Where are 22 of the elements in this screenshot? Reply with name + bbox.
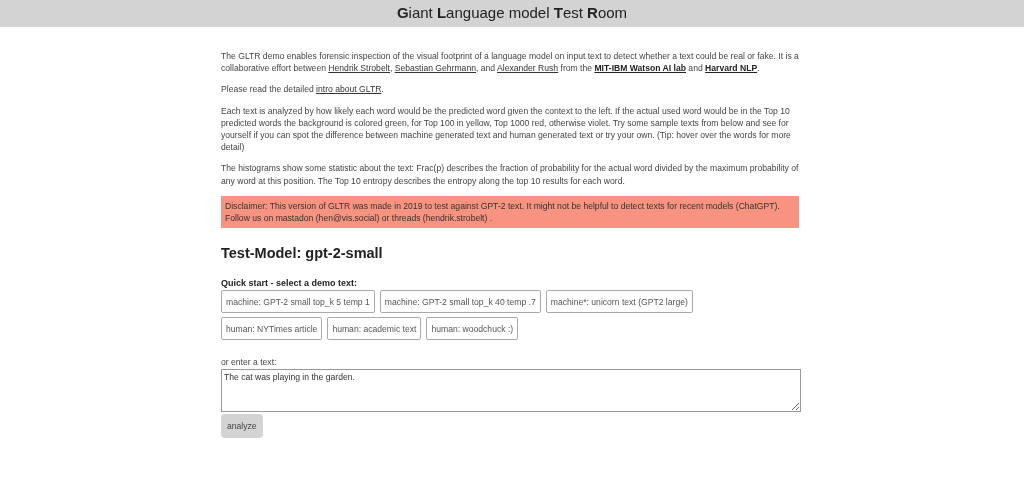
demo-text-button[interactable]: human: academic text [327,317,422,341]
demo-text-button[interactable]: machine*: unicorn text (GPT2 large) [545,290,693,314]
model-heading: Test-Model: gpt-2-small [221,244,384,263]
quick-start-label: Quick start - select a demo text: [221,278,359,290]
paragraph: The GLTR demo enables forensic inspection of the visual footprint of a language model on input text to detect whether a text could be real or fake. It is a collaborative effort between Hendrik Strobelt, Sebastian Gehrmann, and Alexander Rush from the MIT-IBM Watson AI lab and Harvard NLP. [221,50,799,75]
demo-text-button[interactable]: human: woodchuck :) [426,317,519,341]
paragraph: Please read the detailed intro about GLTR. [221,83,385,96]
demo-text-button[interactable]: human: NYTimes article [221,317,323,341]
paragraph: Each text is analyzed by how likely each word would be the predicted word given the context to the left. If the actual used word would be in the Top 10 predicted words the background is colored green, for Top 100 in yellow, Top 1000 red, otherwise violet. Try some sample texts from below and see for yourself if you can spot the difference between machine generated text and human generated text or try your own. (Tip: hover over the words for more detail) [221,104,792,154]
link[interactable]: Sebastian Gehrmann [394,63,476,74]
text-input-field[interactable]: The cat was playing in the garden. [221,369,801,413]
link[interactable]: Alexander Rush [497,63,559,74]
demo-text-button[interactable]: machine: GPT-2 small top_k 40 temp .7 [379,290,541,314]
link[interactable]: MIT-IBM Watson AI lab [594,63,686,74]
analyze-button[interactable]: analyze [221,414,263,439]
demo-text-button[interactable]: machine: GPT-2 small top_k 5 temp 1 [221,290,375,314]
page-title: Giant Language model Test Room [396,3,628,24]
disclaimer-banner: Disclaimer: This version of GLTR was made in 2019 to test against GPT-2 text. It might not be helpful to detect texts for recent models (ChatGPT). Follow us on mastadon (hen@vis.social) or threads (hendrik.strobelt) . [221,195,799,229]
paragraph: The histograms show some statistic about the text: Frac(p) describes the fraction of probability for the actual word divided by the maximum probability of any word at this position. The Top 10 entropy describes the entropy along the top 10 results for each word. [221,162,799,187]
link[interactable]: Hendrik Strobelt [328,63,390,74]
link[interactable]: Harvard NLP [705,63,758,74]
input-label: or enter a text: [221,356,278,369]
